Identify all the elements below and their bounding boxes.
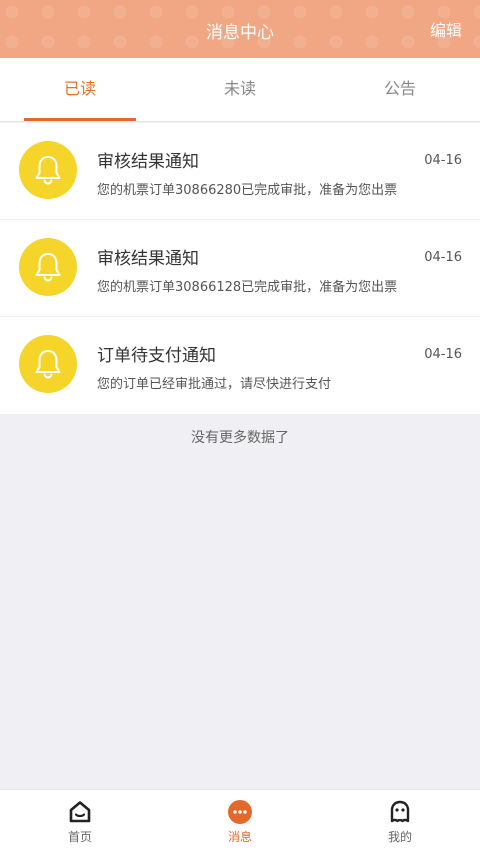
message-body: 您的机票订单30866280已完成审批，准备为您出票 <box>97 183 398 198</box>
message-icon <box>227 799 253 825</box>
tab-unread[interactable]: 未读 <box>160 58 320 121</box>
nav-profile-label: 我的 <box>387 830 412 844</box>
nav-home[interactable]: 首页 <box>0 790 160 853</box>
header-bar: 消息中心 编辑 <box>0 0 480 58</box>
nav-home-label: 首页 <box>67 830 92 844</box>
message-body: 您的订单已经审批通过，请尽快进行支付 <box>97 377 332 392</box>
profile-icon <box>387 799 413 825</box>
tab-announcement-label: 公告 <box>383 79 416 98</box>
page-title: 消息中心 <box>206 23 274 43</box>
message-item[interactable]: 审核结果通知 04-16 您的机票订单30866128已完成审批，准备为您出票 <box>0 220 480 317</box>
nav-profile[interactable]: 我的 <box>320 790 480 853</box>
message-body: 您的机票订单30866128已完成审批，准备为您出票 <box>97 280 398 295</box>
message-date: 04-16 <box>424 153 462 168</box>
home-icon <box>67 799 93 825</box>
tab-read[interactable]: 已读 <box>0 58 160 121</box>
tab-unread-label: 未读 <box>223 79 256 98</box>
nav-messages-label: 消息 <box>227 830 252 844</box>
tab-read-label: 已读 <box>63 79 96 98</box>
message-title: 审核结果通知 <box>97 152 199 172</box>
message-date: 04-16 <box>424 250 462 265</box>
active-tab-indicator <box>24 118 136 121</box>
edit-button[interactable]: 编辑 <box>430 17 462 41</box>
message-title: 审核结果通知 <box>97 249 199 269</box>
no-more-data-text: 没有更多数据了 <box>191 430 289 446</box>
message-item[interactable]: 订单待支付通知 04-16 您的订单已经审批通过，请尽快进行支付 <box>0 317 480 414</box>
bell-icon <box>19 335 77 393</box>
bell-icon <box>19 238 77 296</box>
message-list: 审核结果通知 04-16 您的机票订单30866280已完成审批，准备为您出票 … <box>0 123 480 414</box>
message-item[interactable]: 审核结果通知 04-16 您的机票订单30866280已完成审批，准备为您出票 <box>0 123 480 220</box>
bottom-nav: 首页 消息 我的 <box>0 789 480 853</box>
tab-announcement[interactable]: 公告 <box>320 58 480 121</box>
bell-icon <box>19 141 77 199</box>
screen: 消息中心 编辑 已读 未读 公告 审核结果通知 04-16 您的机票订单3086… <box>0 0 480 853</box>
message-title: 订单待支付通知 <box>97 346 216 366</box>
nav-messages[interactable]: 消息 <box>160 790 320 853</box>
tab-bar: 已读 未读 公告 <box>0 58 480 122</box>
message-date: 04-16 <box>424 347 462 362</box>
